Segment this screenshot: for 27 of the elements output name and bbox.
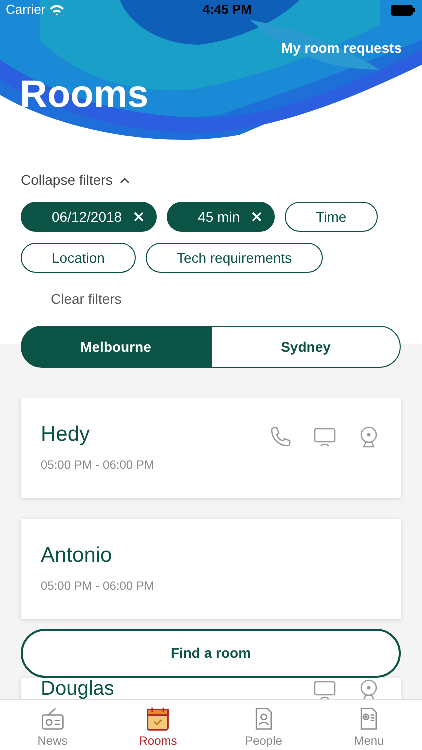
room-card[interactable]: Antonio 05:00 PM - 06:00 PM bbox=[21, 519, 401, 619]
room-time: 05:00 PM - 06:00 PM bbox=[41, 578, 154, 595]
clear-filters-button[interactable]: Clear filters bbox=[51, 289, 122, 310]
room-name: Hedy bbox=[41, 422, 92, 448]
tab-bar-item[interactable]: Rooms bbox=[106, 700, 211, 750]
filter-chip[interactable]: 06/12/2018 bbox=[21, 202, 158, 232]
filter-chip[interactable]: Location bbox=[21, 243, 136, 273]
collapse-filters-toggle[interactable]: Collapse filters bbox=[21, 170, 131, 191]
status-time: 4:45 PM bbox=[202, 1, 252, 20]
filter-chip[interactable]: Time bbox=[285, 202, 378, 232]
close-icon[interactable] bbox=[134, 212, 144, 222]
room-card[interactable]: Douglas bbox=[21, 678, 401, 699]
room-name: Antonio bbox=[41, 543, 114, 569]
filter-chip[interactable]: Tech requirements bbox=[146, 243, 324, 273]
location-tab[interactable]: Melbourne bbox=[21, 326, 211, 368]
battery-icon bbox=[391, 4, 416, 16]
location-tab[interactable]: Sydney bbox=[211, 326, 401, 368]
filter-chip[interactable]: 45 min bbox=[167, 202, 276, 232]
room-card[interactable]: Hedy 05:00 PM - 06:00 PM bbox=[21, 398, 401, 498]
close-icon[interactable] bbox=[252, 212, 262, 222]
wifi-icon bbox=[50, 4, 64, 16]
room-time: 05:00 PM - 06:00 PM bbox=[41, 457, 154, 474]
room-name: Douglas bbox=[41, 678, 114, 699]
carrier-label: Carrier bbox=[6, 1, 46, 20]
phone-icon bbox=[269, 425, 293, 449]
page-title: Rooms bbox=[20, 73, 149, 117]
find-room-button[interactable]: Find a room bbox=[21, 629, 401, 678]
